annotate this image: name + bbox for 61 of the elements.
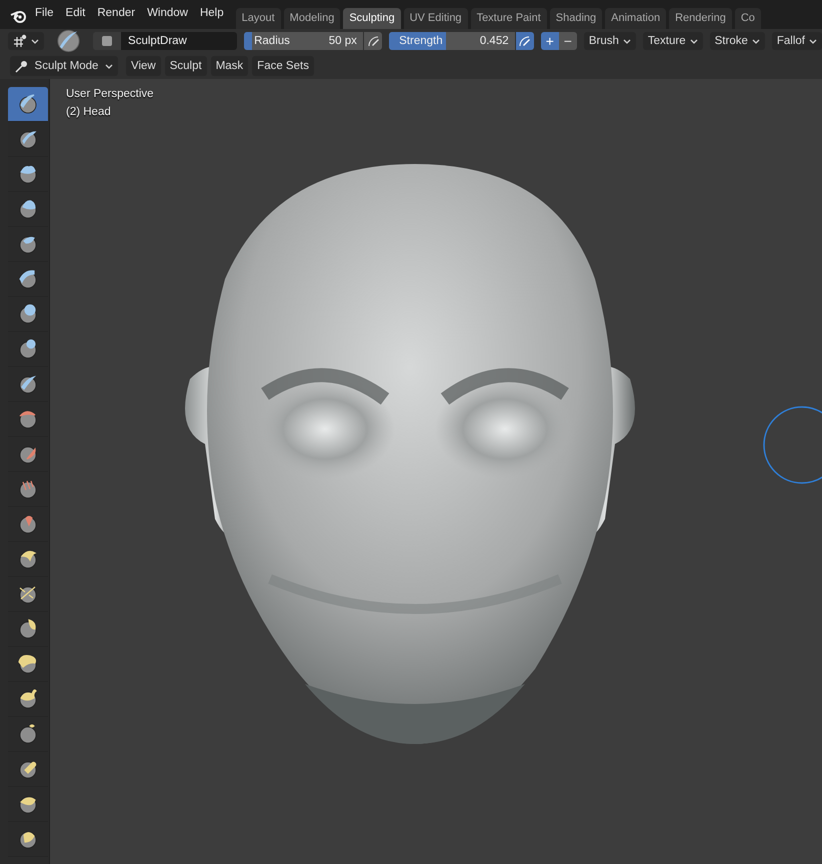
workspace-tab[interactable]: Shading (550, 8, 602, 29)
popover-dropdown[interactable]: Texture (642, 32, 703, 50)
caret-icon (105, 64, 113, 68)
menu-item[interactable]: Help (194, 4, 230, 26)
view-name: User Perspective (66, 87, 154, 102)
workspace-tab[interactable]: UV Editing (404, 8, 468, 29)
pressure-toggle[interactable] (364, 32, 382, 50)
caret-icon (31, 38, 39, 44)
caret-icon (752, 38, 760, 44)
pen-pressure-icon (518, 34, 532, 48)
mode-dropdown[interactable]: Sculpt Mode (10, 56, 118, 76)
menu-item[interactable]: Window (141, 4, 194, 26)
sculpt-brush-icon (17, 653, 39, 675)
menu-item[interactable]: Edit (60, 4, 92, 26)
workspace-tab[interactable]: Texture Paint (470, 8, 547, 29)
direction-toggle[interactable]: + (540, 32, 559, 50)
sculpt-brush-icon (17, 478, 39, 500)
radius-slider[interactable]: Radius 50 px (244, 32, 363, 50)
sculpt-brush-icon (17, 618, 39, 640)
sculpt-brush-icon (17, 303, 39, 325)
workspace-tab[interactable]: Modeling (284, 8, 340, 29)
workspace-tab[interactable]: Sculpting (343, 8, 401, 29)
workspace-tab[interactable]: Layout (236, 8, 281, 29)
pressure-toggle[interactable] (516, 32, 534, 50)
sculpt-brush-icon (17, 163, 39, 185)
menu-item[interactable]: File (29, 4, 60, 26)
caret-icon (809, 38, 817, 44)
popover-dropdown[interactable]: Brush (584, 32, 636, 50)
caret-icon (622, 38, 631, 44)
menu-button[interactable]: Face Sets (252, 56, 314, 76)
sculpt-brush-icon (17, 198, 39, 220)
pen-pressure-icon (366, 34, 380, 48)
sculpt-brush-icon (17, 268, 39, 290)
sculpt-brush-icon (17, 723, 39, 745)
workspace-tab[interactable]: Rendering (669, 8, 732, 29)
sculpt-brush-icon (17, 408, 39, 430)
sculpt-brush-icon (17, 688, 39, 710)
popover-dropdown[interactable]: Stroke (710, 32, 765, 50)
caret-icon (690, 38, 698, 44)
tool-button[interactable] (8, 87, 48, 122)
object-name: (2) Head (66, 105, 112, 120)
brush-texture-icon (101, 35, 114, 47)
app-logo-icon[interactable] (10, 9, 26, 23)
sculpt-brush-icon (17, 373, 39, 395)
circle-outline-icon (762, 405, 822, 485)
direction-toggle[interactable]: − (558, 32, 577, 50)
sculpt-brush-icon (17, 93, 39, 115)
menu-button[interactable]: View (126, 56, 161, 76)
sculpt-brush-icon (17, 513, 39, 535)
sculpt-brush-icon (17, 548, 39, 570)
tool-dropdown[interactable] (8, 32, 44, 50)
sculpt-brush-icon (17, 338, 39, 360)
menu-button[interactable]: Sculpt (164, 56, 207, 76)
menu-button[interactable]: Mask (210, 56, 248, 76)
popover-dropdown[interactable]: Fallof (772, 32, 822, 50)
brush-name-field[interactable]: SculptDraw (121, 32, 238, 50)
brush-preview-icon[interactable] (57, 29, 80, 53)
workspace-tab[interactable]: Co (734, 8, 761, 29)
workspace-tab[interactable]: Animation (605, 8, 666, 29)
menu-item[interactable]: Render (91, 4, 142, 26)
strength-slider[interactable]: Strength 0.452 (389, 32, 515, 50)
